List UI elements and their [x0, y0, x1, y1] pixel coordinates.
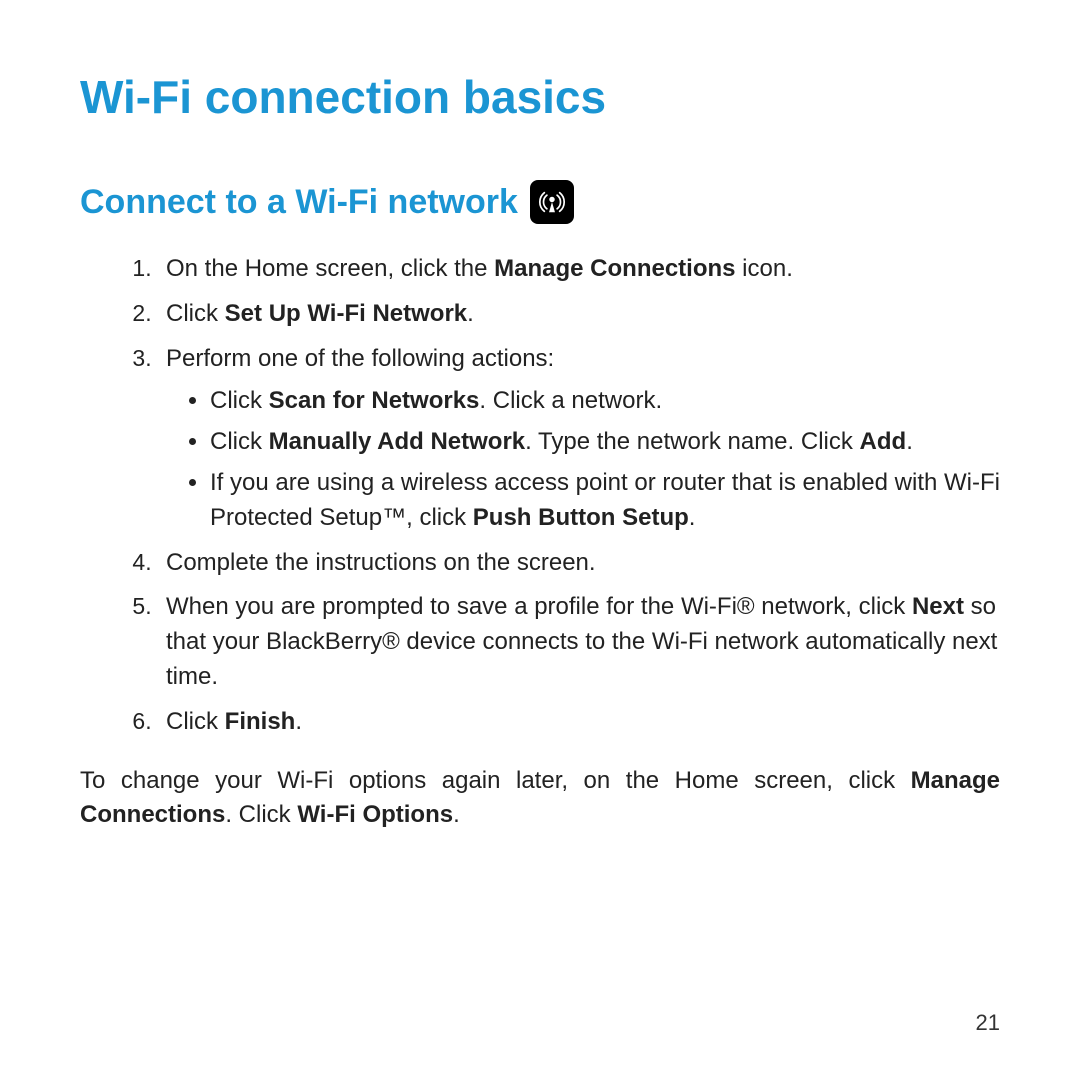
text: . [295, 708, 302, 735]
sub-item-manual: Click Manually Add Network. Type the net… [210, 425, 1000, 460]
text: Click [210, 428, 269, 455]
text: Complete the instructions on the screen. [166, 549, 596, 576]
bold: Add [860, 428, 907, 455]
text: . Type the network name. Click [525, 428, 859, 455]
bold: Finish [225, 708, 296, 735]
text: . Click [225, 801, 297, 828]
step-3: Perform one of the following actions: Cl… [158, 342, 1000, 536]
text: To change your Wi-Fi options again later… [80, 767, 911, 794]
section-heading: Connect to a Wi-Fi network [80, 183, 518, 222]
bold: Wi-Fi Options [297, 801, 453, 828]
bold: Set Up Wi-Fi Network [225, 300, 467, 327]
text: Click [166, 708, 225, 735]
wifi-antenna-icon [530, 180, 574, 224]
bold: Scan for Networks [269, 387, 480, 414]
bold: Manually Add Network [269, 428, 525, 455]
text: . [467, 300, 474, 327]
text: Click [166, 300, 225, 327]
sub-item-wps: If you are using a wireless access point… [210, 466, 1000, 536]
text: . [453, 801, 460, 828]
text: On the Home screen, click the [166, 255, 494, 282]
text: . [906, 428, 913, 455]
step-6: Click Finish. [158, 705, 1000, 740]
step-4: Complete the instructions on the screen. [158, 546, 1000, 581]
bold: Push Button Setup [473, 504, 689, 531]
bold: Next [912, 593, 964, 620]
text: . Click a network. [479, 387, 662, 414]
page-title: Wi-Fi connection basics [80, 70, 1000, 124]
text: . [689, 504, 696, 531]
bold: Manage Connections [494, 255, 735, 282]
document-page: Wi-Fi connection basics Connect to a Wi-… [0, 0, 1080, 1080]
sub-list: Click Scan for Networks. Click a network… [166, 384, 1000, 535]
sub-item-scan: Click Scan for Networks. Click a network… [210, 384, 1000, 419]
closing-paragraph: To change your Wi-Fi options again later… [80, 764, 1000, 834]
text: icon. [736, 255, 793, 282]
instruction-list: On the Home screen, click the Manage Con… [80, 252, 1000, 740]
section-heading-row: Connect to a Wi-Fi network [80, 180, 1000, 224]
page-number: 21 [976, 1010, 1000, 1036]
step-1: On the Home screen, click the Manage Con… [158, 252, 1000, 287]
text: Click [210, 387, 269, 414]
step-2: Click Set Up Wi-Fi Network. [158, 297, 1000, 332]
text: Perform one of the following actions: [166, 345, 554, 372]
text: When you are prompted to save a profile … [166, 593, 912, 620]
step-5: When you are prompted to save a profile … [158, 590, 1000, 694]
